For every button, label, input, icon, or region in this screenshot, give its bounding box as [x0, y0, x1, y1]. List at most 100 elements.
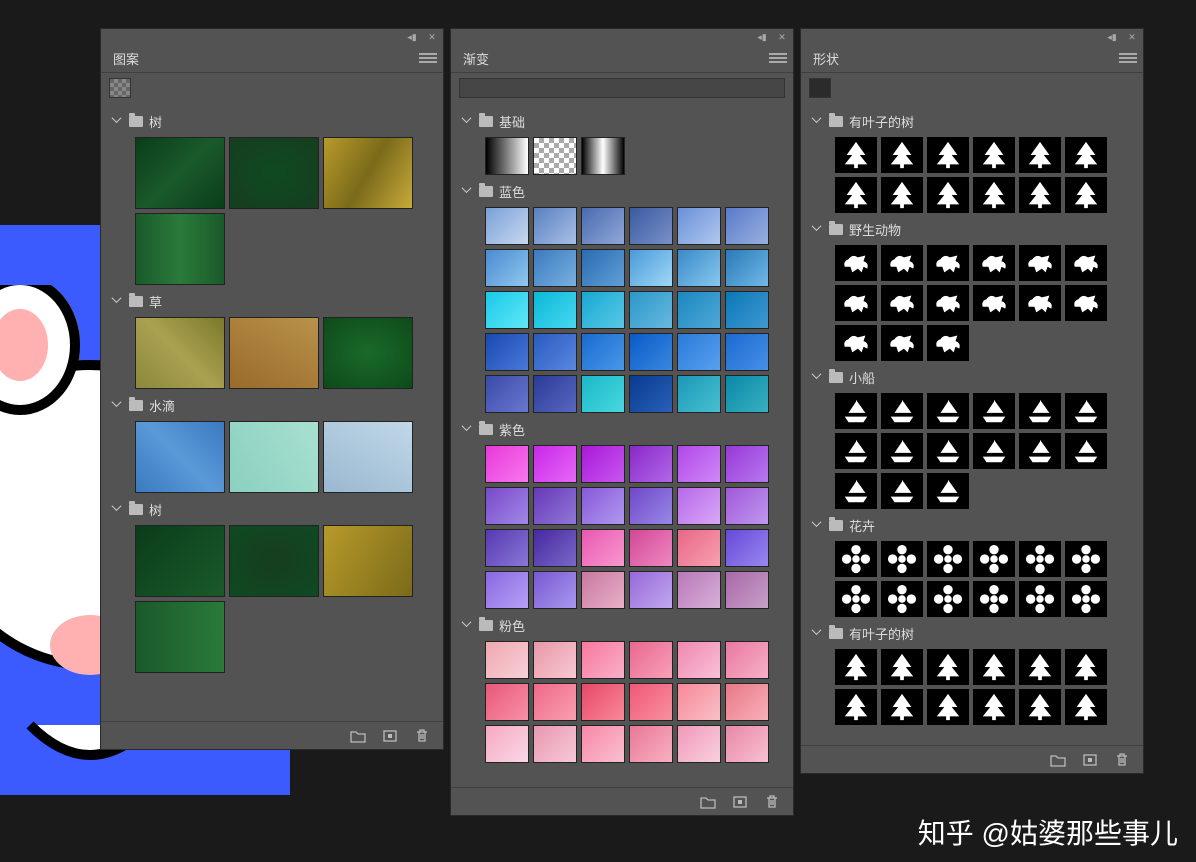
- shape-swatch[interactable]: [1065, 177, 1107, 213]
- swatch[interactable]: [135, 525, 225, 597]
- swatch[interactable]: [135, 421, 225, 493]
- shape-swatch[interactable]: [881, 393, 923, 429]
- shape-swatch[interactable]: [973, 177, 1015, 213]
- panel-menu-icon[interactable]: [1119, 53, 1137, 65]
- shape-swatch[interactable]: [927, 649, 969, 685]
- group-header[interactable]: 有叶子的树: [813, 111, 1143, 131]
- swatch[interactable]: [485, 207, 529, 245]
- shape-swatch[interactable]: [881, 581, 923, 617]
- swatch[interactable]: [485, 725, 529, 763]
- swatch[interactable]: [677, 683, 721, 721]
- search-input[interactable]: [459, 78, 785, 98]
- shape-swatch[interactable]: [1019, 433, 1061, 469]
- swatch[interactable]: [629, 725, 673, 763]
- swatch[interactable]: [581, 445, 625, 483]
- swatch[interactable]: [485, 445, 529, 483]
- shape-swatch[interactable]: [835, 285, 877, 321]
- shape-swatch[interactable]: [1019, 649, 1061, 685]
- swatch[interactable]: [581, 291, 625, 329]
- close-icon[interactable]: ✕: [1125, 32, 1139, 42]
- trash-icon[interactable]: [763, 794, 781, 810]
- shape-swatch[interactable]: [927, 393, 969, 429]
- group-header[interactable]: 草: [113, 291, 443, 311]
- swatch[interactable]: [677, 487, 721, 525]
- group-header[interactable]: 树: [113, 499, 443, 519]
- swatch[interactable]: [485, 375, 529, 413]
- group-header[interactable]: 花卉: [813, 515, 1143, 535]
- shape-swatch[interactable]: [1065, 433, 1107, 469]
- panel-tab[interactable]: 渐变: [451, 45, 501, 72]
- folder-icon[interactable]: [699, 794, 717, 810]
- shape-swatch[interactable]: [835, 541, 877, 577]
- swatch[interactable]: [485, 683, 529, 721]
- swatch[interactable]: [533, 725, 577, 763]
- minimize-icon[interactable]: ◂▮: [755, 32, 769, 42]
- shape-swatch[interactable]: [973, 137, 1015, 173]
- shape-swatch[interactable]: [881, 689, 923, 725]
- shape-swatch[interactable]: [973, 541, 1015, 577]
- swatch[interactable]: [677, 641, 721, 679]
- group-header[interactable]: 有叶子的树: [813, 623, 1143, 643]
- group-header[interactable]: 紫色: [463, 419, 793, 439]
- swatch[interactable]: [581, 641, 625, 679]
- shape-swatch[interactable]: [927, 325, 969, 361]
- shape-swatch[interactable]: [1019, 581, 1061, 617]
- swatch[interactable]: [135, 317, 225, 389]
- shape-swatch[interactable]: [881, 541, 923, 577]
- shape-swatch[interactable]: [835, 137, 877, 173]
- group-header[interactable]: 水滴: [113, 395, 443, 415]
- swatch[interactable]: [581, 529, 625, 567]
- group-header[interactable]: 蓝色: [463, 181, 793, 201]
- shape-swatch[interactable]: [927, 581, 969, 617]
- shape-swatch[interactable]: [835, 325, 877, 361]
- shape-swatch[interactable]: [927, 541, 969, 577]
- swatch[interactable]: [323, 317, 413, 389]
- swatch[interactable]: [533, 641, 577, 679]
- swatch[interactable]: [725, 291, 769, 329]
- swatch[interactable]: [725, 641, 769, 679]
- shape-swatch[interactable]: [1019, 393, 1061, 429]
- swatch[interactable]: [533, 207, 577, 245]
- shape-swatch[interactable]: [881, 285, 923, 321]
- swatch[interactable]: [725, 445, 769, 483]
- shape-swatch[interactable]: [835, 393, 877, 429]
- shape-swatch[interactable]: [1019, 177, 1061, 213]
- shape-swatch[interactable]: [1065, 541, 1107, 577]
- panel-menu-icon[interactable]: [769, 53, 787, 65]
- shape-swatch[interactable]: [1019, 285, 1061, 321]
- swatch[interactable]: [323, 525, 413, 597]
- shape-swatch[interactable]: [1065, 649, 1107, 685]
- swatch[interactable]: [725, 725, 769, 763]
- swatch[interactable]: [725, 375, 769, 413]
- panel-menu-icon[interactable]: [419, 53, 437, 65]
- swatch[interactable]: [533, 375, 577, 413]
- new-icon[interactable]: [381, 728, 399, 744]
- swatch[interactable]: [485, 571, 529, 609]
- swatch[interactable]: [629, 683, 673, 721]
- swatch[interactable]: [677, 725, 721, 763]
- shape-swatch[interactable]: [927, 473, 969, 509]
- swatch[interactable]: [533, 291, 577, 329]
- swatch[interactable]: [677, 571, 721, 609]
- swatch[interactable]: [533, 529, 577, 567]
- swatch[interactable]: [485, 137, 529, 175]
- swatch[interactable]: [629, 529, 673, 567]
- shape-swatch[interactable]: [973, 393, 1015, 429]
- shape-swatch[interactable]: [881, 137, 923, 173]
- swatch[interactable]: [677, 333, 721, 371]
- swatch[interactable]: [485, 249, 529, 287]
- shape-swatch[interactable]: [1065, 581, 1107, 617]
- swatch[interactable]: [629, 291, 673, 329]
- swatch[interactable]: [629, 375, 673, 413]
- swatch[interactable]: [485, 529, 529, 567]
- swatch[interactable]: [677, 249, 721, 287]
- panel-tab[interactable]: 图案: [101, 45, 151, 72]
- swatch[interactable]: [533, 137, 577, 175]
- shape-swatch[interactable]: [1019, 689, 1061, 725]
- shape-swatch[interactable]: [1019, 541, 1061, 577]
- swatch[interactable]: [725, 683, 769, 721]
- swatch[interactable]: [581, 249, 625, 287]
- swatch[interactable]: [581, 683, 625, 721]
- swatch[interactable]: [135, 213, 225, 285]
- swatch[interactable]: [725, 207, 769, 245]
